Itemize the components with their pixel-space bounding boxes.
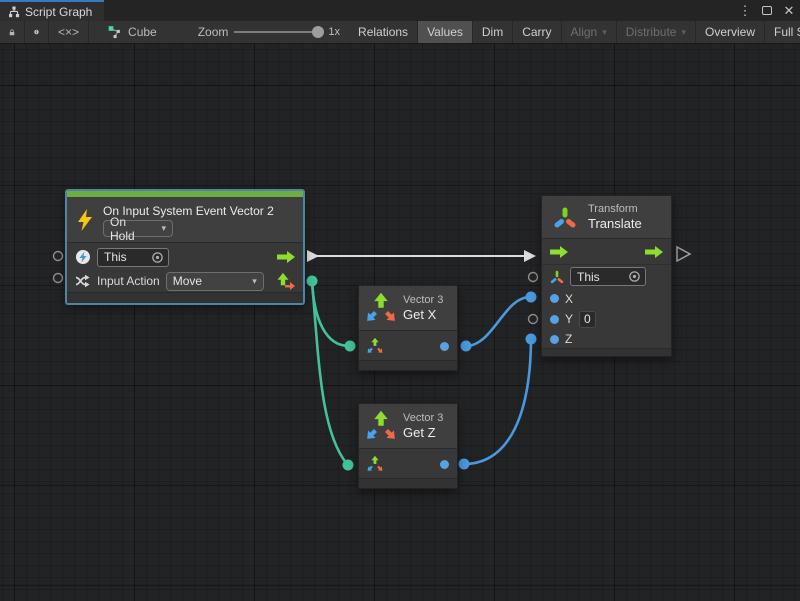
port-x-dot[interactable]: [550, 294, 559, 303]
zoom-slider[interactable]: [234, 31, 322, 33]
lock-icon: [9, 26, 15, 39]
transform-node-category: Transform: [588, 203, 642, 215]
zoom-label: Zoom: [198, 25, 229, 39]
caret-down-icon: ▾: [252, 276, 257, 287]
gameobject-event-icon: [75, 249, 91, 265]
event-action-input-port[interactable]: [54, 274, 63, 283]
wire-endpoint-dot: [459, 459, 470, 470]
getx-node-footer: [359, 360, 457, 370]
toolbar-button-align[interactable]: Align▾: [562, 21, 617, 43]
getz-node-category: Vector 3: [403, 412, 443, 424]
wire-endpoint-dot: [307, 276, 318, 287]
port-y-dot[interactable]: [550, 315, 559, 324]
transform-node-footer: [542, 348, 671, 356]
graph-reference[interactable]: Cube: [89, 21, 166, 43]
port-y-value-field[interactable]: 0: [579, 311, 596, 328]
graph-name: Cube: [128, 25, 157, 39]
getz-node-footer: [359, 478, 457, 488]
vector3-icon: [366, 411, 396, 441]
node-vector3-get-x[interactable]: Vector 3 Get X: [358, 285, 458, 371]
getz-node-title: Get Z: [403, 425, 443, 440]
zoom-value: 1x: [328, 26, 340, 38]
event-node-footer: [67, 292, 303, 303]
input-action-dropdown[interactable]: Move▾: [166, 272, 264, 291]
target-picker-icon[interactable]: [628, 270, 641, 283]
wire-endpoint-dot: [526, 334, 537, 345]
target-picker-icon[interactable]: [151, 251, 164, 264]
toolbar-button-values[interactable]: Values: [418, 21, 473, 43]
transform-this-input-port[interactable]: [529, 273, 538, 282]
vector3-input-port-icon[interactable]: [367, 338, 383, 354]
event-this-input-port[interactable]: [54, 252, 63, 261]
getx-node-category: Vector 3: [403, 294, 443, 306]
control-input-arrow-icon[interactable]: [550, 246, 568, 258]
tab-bar: Script Graph ⋮ ✕: [0, 0, 800, 21]
getx-node-title: Get X: [403, 307, 443, 322]
port-z-label: Z: [565, 332, 572, 346]
caret-down-icon: ▾: [681, 27, 686, 38]
transform-y-input-port[interactable]: [529, 315, 538, 324]
caret-down-icon: ▾: [161, 223, 166, 234]
vector3-icon: [366, 293, 396, 323]
code-icon: <×>: [58, 25, 79, 39]
event-this-field[interactable]: This: [97, 248, 169, 267]
wire-endpoint-dot: [526, 292, 537, 303]
caret-down-icon: ▾: [602, 27, 607, 38]
wire-getz-to-z[interactable]: [464, 341, 531, 464]
tab-script-graph[interactable]: Script Graph: [0, 0, 104, 21]
maximize-icon[interactable]: [760, 0, 774, 21]
toolbar-button-dim[interactable]: Dim: [473, 21, 513, 43]
toolbar: <×> Cube Zoom 1x Relations Values Dim: [0, 21, 800, 44]
menu-kebab-icon[interactable]: ⋮: [738, 0, 752, 21]
node-on-input-system-event[interactable]: On Input System Event Vector 2 On Hold▾ …: [66, 190, 304, 304]
script-graph-window: Script Graph ⋮ ✕ <×>: [0, 0, 800, 601]
info-icon: [34, 25, 39, 39]
wire-endpoint-dot: [461, 341, 472, 352]
zoom-slider-knob[interactable]: [312, 26, 324, 38]
tab-label: Script Graph: [25, 5, 92, 19]
toolbar-button-relations[interactable]: Relations: [349, 21, 418, 43]
port-z-dot[interactable]: [550, 335, 559, 344]
event-mode-dropdown[interactable]: On Hold▾: [103, 220, 173, 237]
input-action-label: Input Action: [97, 274, 160, 288]
transform-mini-icon[interactable]: [550, 270, 564, 284]
getx-output-dot[interactable]: [440, 342, 449, 351]
transform-node-title: Translate: [588, 216, 642, 231]
graph-icon: [8, 6, 20, 18]
toolbar-button-distribute[interactable]: Distribute▾: [617, 21, 696, 43]
transform-control-out-port[interactable]: [677, 247, 690, 261]
control-wire-end-arrow: [524, 250, 536, 262]
port-x-label: X: [565, 292, 573, 306]
graph-asset-icon: [107, 25, 122, 39]
wire-endpoint-dot: [343, 460, 354, 471]
vector3-input-port-icon[interactable]: [367, 456, 383, 472]
toolbar-button-carry[interactable]: Carry: [513, 21, 561, 43]
event-bolt-icon: [75, 208, 95, 232]
lock-button[interactable]: [0, 21, 25, 43]
zoom-control: Zoom 1x: [166, 21, 349, 43]
node-transform-translate[interactable]: Transform Translate This: [541, 195, 672, 357]
transform-icon: [552, 204, 578, 230]
wire-getx-to-x[interactable]: [466, 297, 530, 346]
toolbar-button-overview[interactable]: Overview: [696, 21, 765, 43]
input-action-icon: [75, 274, 91, 288]
window-controls: ⋮ ✕: [738, 0, 796, 21]
getz-output-dot[interactable]: [440, 460, 449, 469]
info-button[interactable]: [25, 21, 49, 43]
toolbar-button-fullscreen[interactable]: Full Screen: [765, 21, 800, 43]
vector2-output-icon[interactable]: [277, 272, 295, 291]
node-vector3-get-z[interactable]: Vector 3 Get Z: [358, 403, 458, 489]
wire-endpoint-dot: [345, 341, 356, 352]
code-view-button[interactable]: <×>: [49, 21, 89, 43]
port-y-label: Y: [565, 312, 573, 326]
graph-canvas[interactable]: On Input System Event Vector 2 On Hold▾ …: [0, 44, 800, 601]
close-icon[interactable]: ✕: [782, 0, 796, 21]
control-output-arrow-icon[interactable]: [645, 246, 663, 258]
control-output-arrow-icon[interactable]: [277, 251, 295, 263]
wire-vector2-to-getz[interactable]: [312, 281, 347, 464]
transform-this-field[interactable]: This: [570, 267, 646, 286]
